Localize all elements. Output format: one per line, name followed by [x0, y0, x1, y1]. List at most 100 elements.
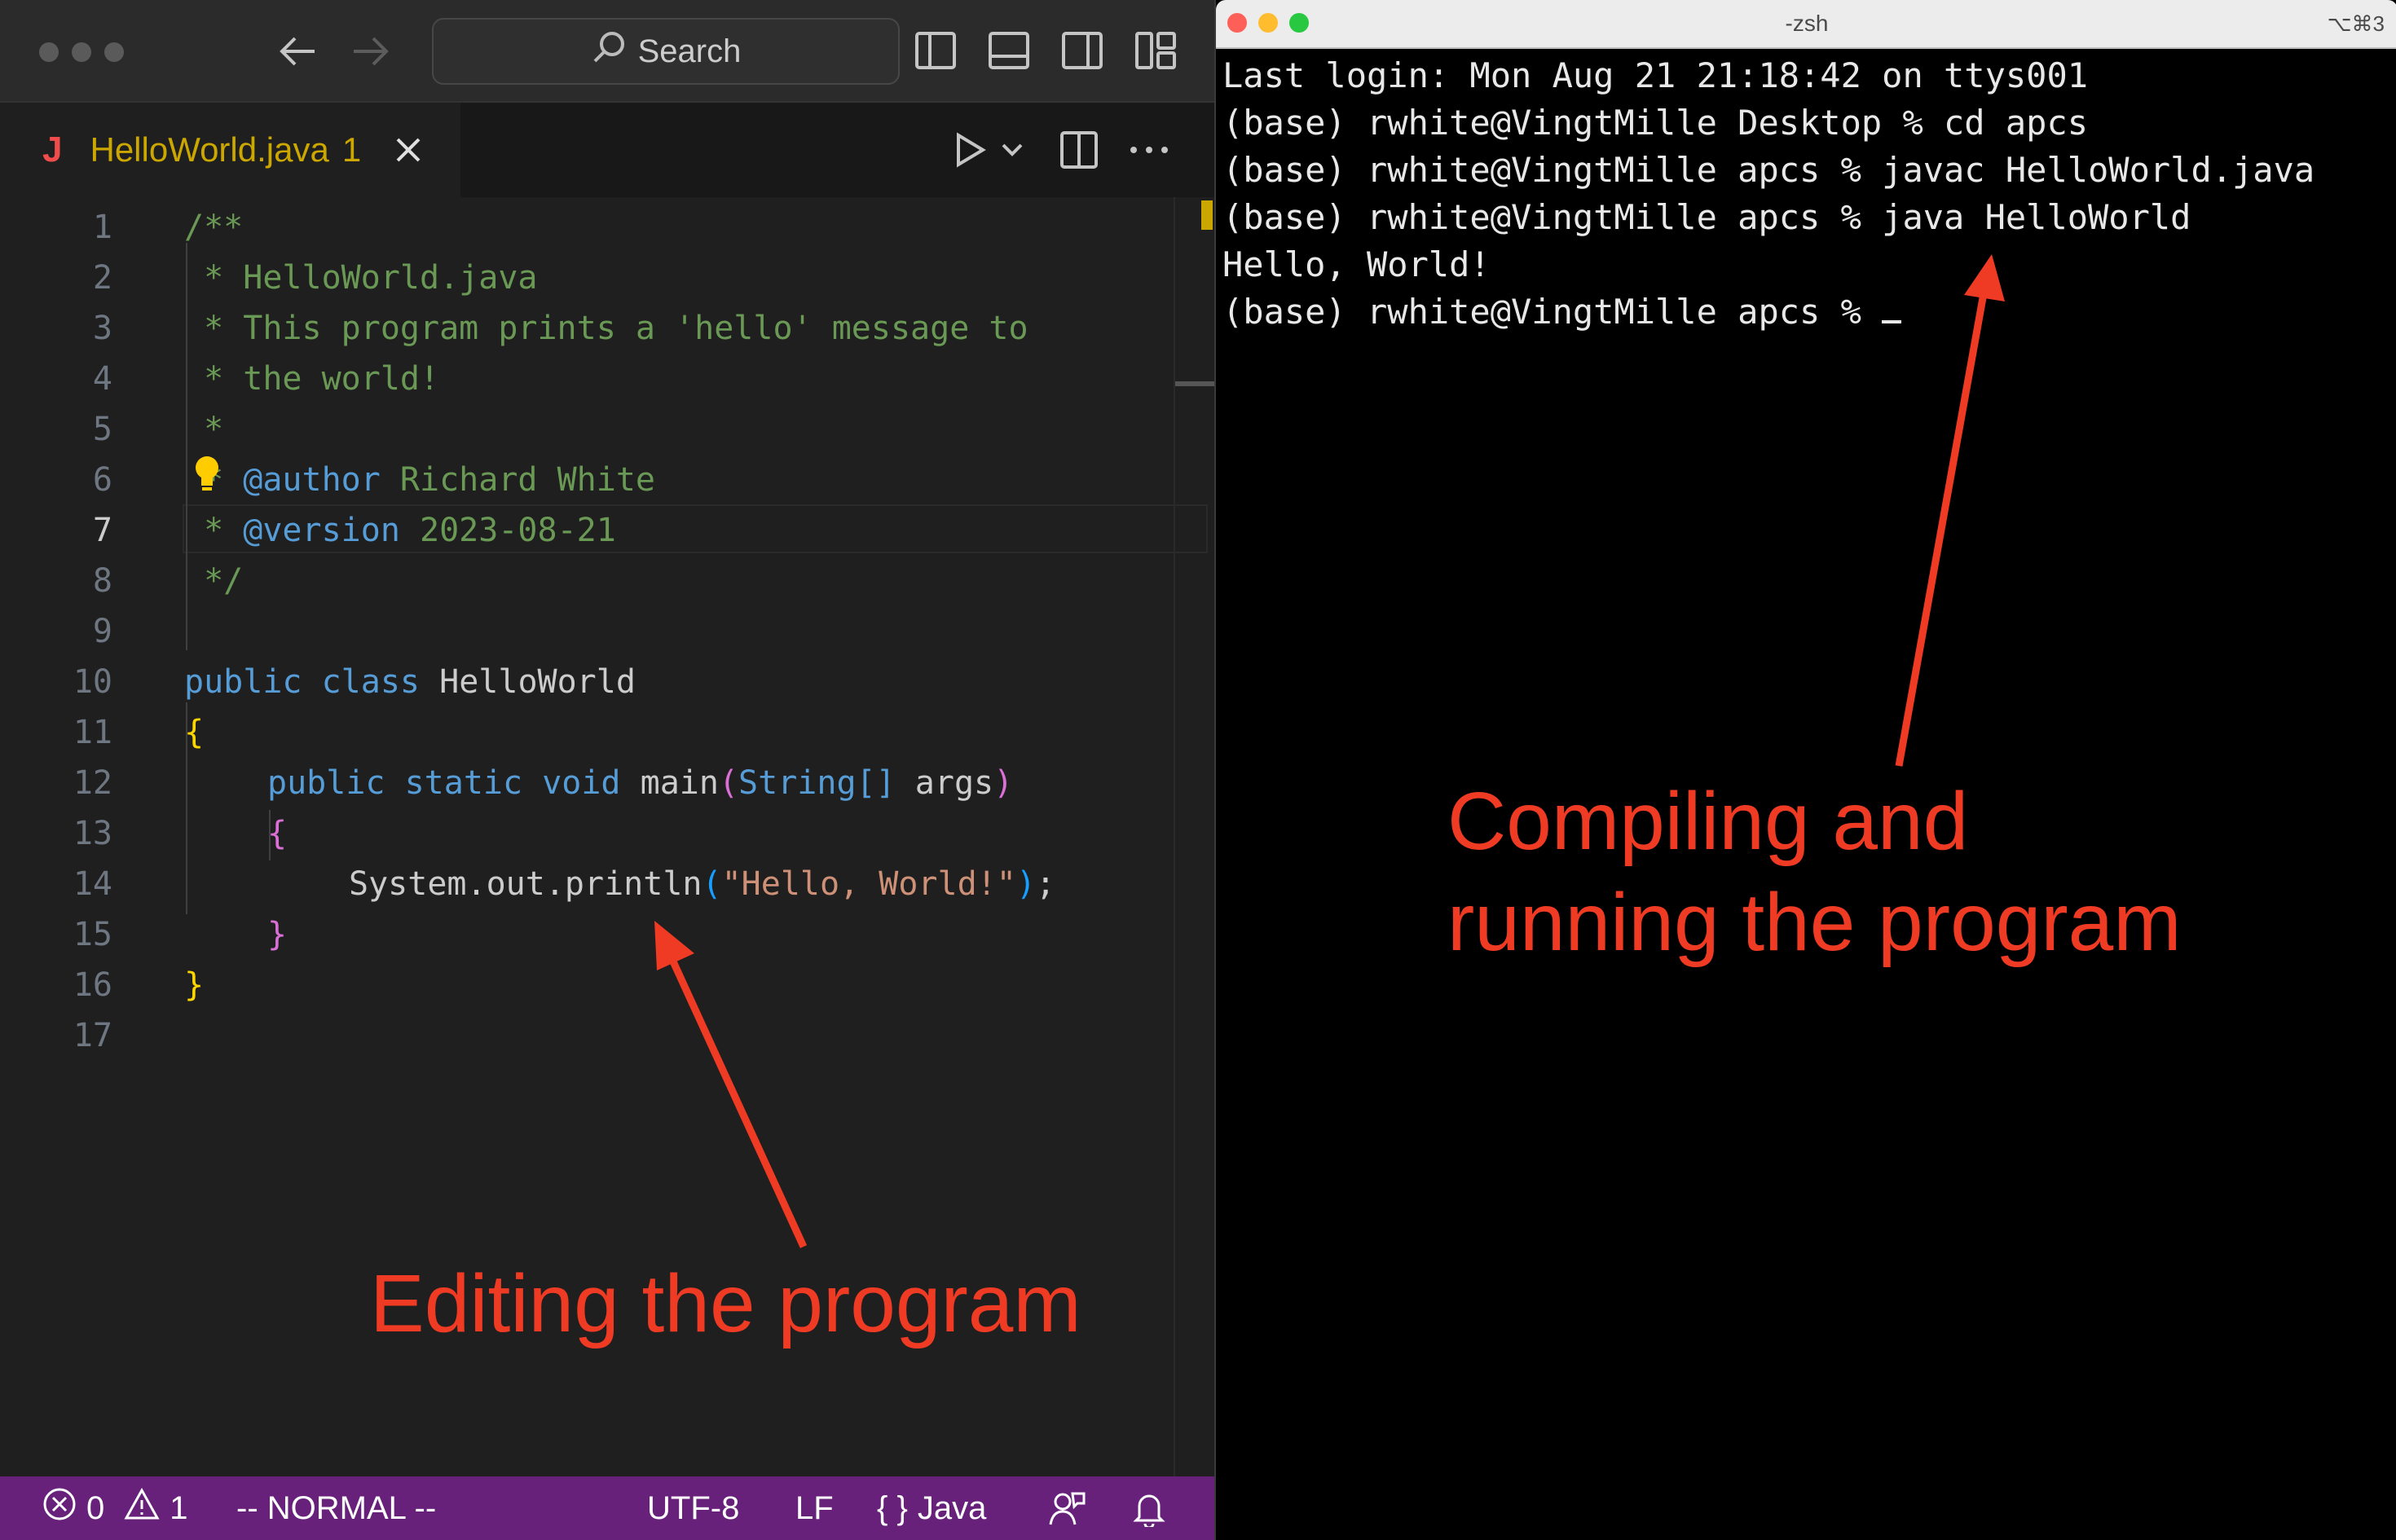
line-number: 15	[73, 916, 112, 953]
feedback-icon[interactable]	[1048, 1476, 1086, 1540]
javadoc-value: 2023-08-21	[399, 512, 616, 549]
line-number: 9	[92, 613, 112, 650]
keyword: class	[321, 663, 421, 701]
terminal-titlebar: -zsh ⌥⌘3	[1216, 0, 2396, 49]
status-bar: 0 1 -- NORMAL -- UTF-8 LF { } Java	[0, 1476, 1214, 1540]
line-number: 11	[73, 714, 112, 751]
code-line-16: }	[184, 966, 205, 1004]
paren: )	[1015, 865, 1036, 903]
comment-star: *	[184, 512, 244, 549]
terminal-title: -zsh	[1785, 11, 1829, 36]
search-placeholder: Search	[637, 33, 742, 69]
paren: (	[702, 865, 722, 903]
window-minimize-dot[interactable]	[72, 42, 91, 62]
keyword: public	[267, 764, 385, 802]
terminal-output[interactable]: Last login: Mon Aug 21 21:18:42 on ttys0…	[1222, 52, 2388, 336]
tab-problem-count: 1	[341, 130, 362, 169]
error-count: 0	[86, 1489, 105, 1526]
keyword: void	[542, 764, 621, 802]
param-name: args	[914, 764, 994, 802]
close-icon[interactable]	[390, 132, 426, 168]
warning-icon	[124, 1487, 160, 1529]
lightbulb-icon[interactable]	[192, 455, 222, 502]
type-name: String	[738, 764, 857, 802]
line-number: 3	[92, 310, 112, 347]
eol-selector[interactable]: LF	[795, 1476, 834, 1540]
tab-filename: HelloWorld.java	[90, 130, 329, 169]
forward-arrow-icon[interactable]	[346, 24, 394, 78]
line-number: 6	[92, 461, 112, 499]
window-zoom-dot[interactable]	[104, 42, 124, 62]
error-icon	[42, 1487, 77, 1529]
terminal-line: (base) rwhite@VingtMille apcs % javac He…	[1222, 150, 2315, 190]
braces-icon: { }	[877, 1489, 908, 1526]
annotation-editing: Editing the program	[370, 1258, 1081, 1349]
method-call: println	[564, 865, 703, 903]
code-line-8: */	[184, 562, 244, 600]
bell-icon[interactable]	[1133, 1476, 1165, 1540]
javadoc-tag: @author	[243, 461, 381, 499]
line-number: 16	[73, 966, 112, 1004]
keyword: static	[404, 764, 523, 802]
java-file-icon: J	[42, 130, 63, 169]
line-number: 2	[92, 259, 112, 297]
line-number: 17	[73, 1017, 112, 1054]
encoding-selector[interactable]: UTF-8	[647, 1476, 739, 1540]
run-icon[interactable]	[945, 125, 994, 174]
semicolon: ;	[1035, 865, 1055, 903]
terminal-cursor	[1882, 320, 1902, 323]
line-number: 1	[92, 209, 112, 246]
warning-scroll-marker	[1201, 200, 1213, 230]
code-line-7: * @version 2023-08-21	[184, 505, 616, 556]
code-line-4: * the world!	[184, 360, 440, 398]
line-number: 13	[73, 815, 112, 852]
tab-helloworld-java[interactable]: J HelloWorld.java 1	[0, 103, 460, 197]
code-line-10: public class HelloWorld	[184, 657, 636, 707]
line-number-active: 7	[92, 512, 112, 549]
toggle-panel-icon[interactable]	[984, 26, 1033, 75]
line-number: 4	[92, 360, 112, 398]
search-input[interactable]: Search	[432, 18, 900, 85]
array-brackets: []	[856, 764, 896, 802]
warning-count: 1	[170, 1489, 188, 1526]
object-ref: System.out.	[349, 865, 565, 903]
paren: (	[718, 764, 739, 802]
javadoc-tag: @version	[243, 512, 400, 549]
line-number: 8	[92, 562, 112, 600]
string-literal: "Hello, World!"	[721, 865, 1016, 903]
code-line-2: * HelloWorld.java	[184, 259, 538, 297]
line-number: 14	[73, 865, 112, 903]
keyword: public	[184, 663, 302, 701]
problems-indicator[interactable]: 0 1	[42, 1476, 188, 1540]
javadoc-value: Richard White	[380, 461, 655, 499]
chevron-down-icon[interactable]	[996, 125, 1028, 174]
terminal-shortcut: ⌥⌘3	[2327, 11, 2385, 36]
toggle-primary-sidebar-icon[interactable]	[911, 26, 960, 75]
method-name: main	[640, 764, 719, 802]
customize-layout-icon[interactable]	[1131, 26, 1180, 75]
code-line-11: {	[184, 714, 205, 751]
code-line-12: public static void main(String[] args)	[267, 758, 1013, 808]
back-arrow-icon[interactable]	[274, 24, 323, 78]
code-line-6: * @author Richard White	[184, 455, 655, 505]
line-number: 12	[73, 764, 112, 802]
toggle-secondary-sidebar-icon[interactable]	[1058, 26, 1107, 75]
editor-scrollbar-thumb[interactable]	[1175, 381, 1214, 386]
split-editor-icon[interactable]	[1055, 125, 1103, 174]
code-line-14: System.out.println("Hello, World!");	[349, 859, 1055, 909]
language-label: Java	[917, 1489, 987, 1526]
vim-mode: -- NORMAL --	[236, 1489, 437, 1526]
terminal-line: (base) rwhite@VingtMille Desktop % cd ap…	[1222, 103, 2089, 143]
line-number: 5	[92, 411, 112, 448]
terminal-window: -zsh ⌥⌘3 Last login: Mon Aug 21 21:18:42…	[1214, 0, 2396, 1540]
code-line-5: *	[184, 411, 224, 448]
language-selector[interactable]: { } Java	[877, 1476, 986, 1540]
paren: )	[993, 764, 1014, 802]
more-actions-icon[interactable]	[1125, 125, 1174, 174]
editor-scrollbar-track[interactable]	[1174, 197, 1175, 1476]
code-line-15: }	[267, 916, 288, 953]
class-name: HelloWorld	[439, 663, 636, 701]
code-line-13: {	[267, 815, 288, 852]
line-number: 10	[73, 663, 112, 701]
window-close-dot[interactable]	[39, 42, 59, 62]
